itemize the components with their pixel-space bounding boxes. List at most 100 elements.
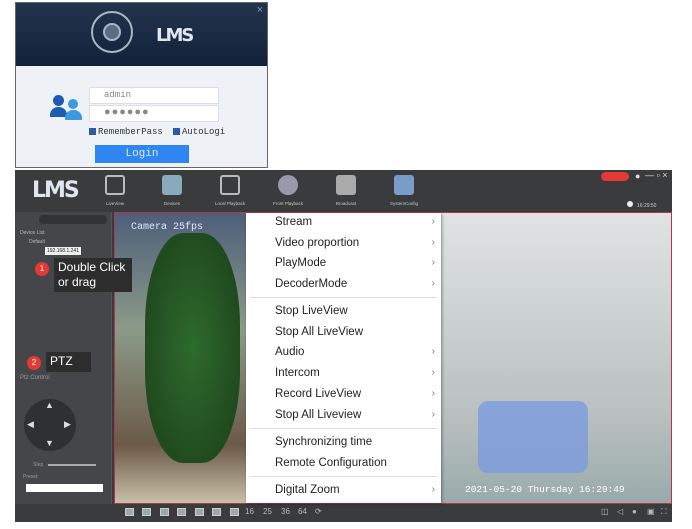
snapshot-icon[interactable]: ◫: [601, 507, 609, 516]
menu-item[interactable]: DecoderMode ›: [246, 274, 441, 294]
menu-item-label: Intercom: [275, 367, 320, 379]
toolbar-label: LiveView: [106, 201, 124, 206]
annotation-callout: PTZ: [46, 352, 91, 372]
chevron-right-icon: ›: [431, 388, 435, 399]
login-button[interactable]: Login: [95, 145, 189, 163]
fullscreen-icon[interactable]: ⛶: [661, 507, 667, 517]
menu-item[interactable]: Synchronizing time: [246, 432, 441, 452]
login-logo: LMS: [156, 25, 194, 46]
auto-login-label: AutoLogi: [182, 127, 226, 137]
menu-item[interactable]: Stop All LiveView: [246, 322, 441, 342]
water-bottles-image: [478, 401, 588, 473]
menu-item-label: PlayMode: [275, 257, 327, 269]
toolbar-label: Broadcast: [335, 201, 357, 206]
layout-4-button[interactable]: [142, 508, 151, 516]
toolbar-local-playback[interactable]: Local Playback: [200, 175, 260, 206]
toolbar-label: Front Playback: [272, 201, 303, 206]
ptz-down-icon[interactable]: ▼: [45, 438, 54, 448]
layout-16-button[interactable]: 16: [245, 507, 254, 516]
step-slider[interactable]: [48, 464, 96, 466]
clock: 16:29:50: [627, 201, 656, 209]
user-icon[interactable]: ●: [635, 171, 640, 181]
alarm-toggle[interactable]: [601, 172, 629, 181]
toolbar-broadcast[interactable]: Broadcast: [316, 175, 376, 206]
chevron-right-icon: ›: [431, 484, 435, 495]
close-button[interactable]: ×: [257, 4, 263, 16]
device-item[interactable]: 192.168.1.241: [45, 247, 81, 255]
chevron-right-icon: ›: [431, 278, 435, 289]
auto-login-checkbox[interactable]: AutoLogi: [173, 127, 225, 137]
remember-pass-label: RememberPass: [98, 127, 163, 137]
menu-item[interactable]: Audio ›: [246, 342, 441, 362]
layout-9-button[interactable]: [195, 508, 204, 516]
device-list-root[interactable]: Device List: [20, 230, 44, 236]
annotation-number: 1: [35, 262, 49, 276]
chevron-right-icon: ›: [431, 346, 435, 357]
device-group[interactable]: Default: [29, 239, 45, 245]
volume-icon[interactable]: ◁: [617, 507, 623, 516]
menu-item[interactable]: Digital Zoom ›: [246, 480, 441, 500]
menu-item[interactable]: PlayMode ›: [246, 253, 441, 273]
camera-capture-icon[interactable]: ▣: [647, 507, 655, 516]
toolbar-liveview[interactable]: LiveView: [85, 175, 145, 206]
menu-item-label: Stop LiveView: [275, 305, 348, 317]
layout-10-button[interactable]: [212, 508, 221, 516]
menu-item[interactable]: Stop LiveView: [246, 301, 441, 321]
menu-separator: [250, 476, 437, 477]
remember-pass-checkbox[interactable]: RememberPass: [89, 127, 163, 137]
layout-6-button[interactable]: [160, 508, 169, 516]
menu-item-label: Synchronizing time: [275, 436, 373, 448]
toolbar-label: Devices: [163, 201, 180, 206]
ptz-right-icon[interactable]: ▶: [64, 419, 71, 430]
login-dialog: LMS × admin ●●●●●● RememberPass AutoLogi…: [15, 2, 268, 168]
password-input[interactable]: ●●●●●●: [89, 105, 219, 122]
layout-36-button[interactable]: 36: [281, 507, 290, 516]
layout-64-button[interactable]: 64: [298, 507, 307, 516]
preset-label: Preset: [23, 474, 38, 480]
toolbar-front-playback[interactable]: Front Playback: [258, 175, 318, 206]
toolbar-label: Local Playback: [214, 201, 246, 206]
menu-item[interactable]: Stop All Liveview ›: [246, 405, 441, 425]
microphone-icon[interactable]: ●: [632, 507, 637, 516]
window-close-button[interactable]: ×: [662, 170, 667, 180]
liveview-icon: [105, 175, 125, 195]
menu-item-label: Stream: [275, 216, 313, 228]
search-box[interactable]: [39, 215, 107, 224]
username-input[interactable]: admin: [89, 87, 219, 104]
layout-25-button[interactable]: 25: [263, 507, 272, 516]
preset-select[interactable]: [26, 484, 103, 492]
film-reel-icon: [278, 175, 298, 195]
menu-item[interactable]: Video proportion ›: [246, 233, 441, 253]
layout-1-button[interactable]: [125, 508, 134, 516]
ptz-left-icon[interactable]: ◀: [27, 419, 34, 430]
toolbar-devices[interactable]: Devices: [142, 175, 202, 206]
menu-item-label: Remote Configuration: [275, 457, 387, 469]
menu-item[interactable]: Remote Configuration: [246, 453, 441, 473]
chevron-right-icon: ›: [431, 409, 435, 420]
menu-separator: [250, 297, 437, 298]
ptz-joystick[interactable]: ▲ ▼ ◀ ▶: [24, 399, 76, 451]
annotation-callout: Double Click or drag: [54, 258, 132, 292]
menu-separator: [250, 428, 437, 429]
layout-12-button[interactable]: [230, 508, 239, 516]
restore-button[interactable]: ▫: [657, 170, 660, 180]
menu-item[interactable]: Record LiveView ›: [246, 384, 441, 404]
chevron-right-icon: ›: [431, 216, 435, 227]
minimize-button[interactable]: —: [645, 170, 654, 180]
menu-item-label: Audio: [275, 346, 305, 358]
refresh-icon[interactable]: ⟳: [315, 507, 322, 516]
menu-item[interactable]: Intercom ›: [246, 363, 441, 383]
chevron-right-icon: ›: [431, 237, 435, 248]
osd-title: Camera 25fps: [131, 222, 204, 233]
login-header: LMS ×: [16, 3, 267, 66]
annotation-number: 2: [27, 356, 41, 370]
main-window: LMS LiveView Devices Local Playback Fron…: [15, 170, 672, 522]
chevron-right-icon: ›: [431, 367, 435, 378]
clock-text: 16:29:50: [637, 203, 657, 209]
layout-8-button[interactable]: [177, 508, 186, 516]
toolbar-systemconfig[interactable]: SystemConfig: [374, 175, 434, 206]
ptz-up-icon[interactable]: ▲: [45, 400, 54, 410]
settings-icon: [394, 175, 414, 195]
step-label: Step: [33, 462, 44, 468]
menu-item[interactable]: Stream ›: [246, 212, 441, 232]
